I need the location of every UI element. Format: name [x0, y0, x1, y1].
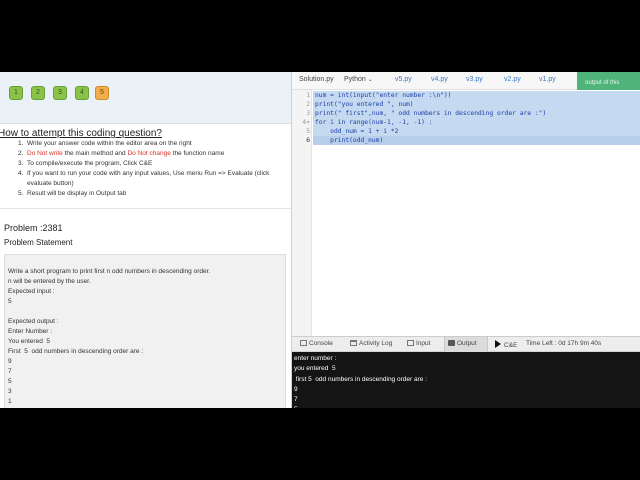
instruction-text: To compile/execute the program, Click C&…	[27, 160, 153, 167]
instruction-item: 2. Do Not write the main method and Do No…	[18, 149, 288, 159]
instruction-text: the function name	[170, 150, 225, 157]
tab-v3-py[interactable]: v3.py	[466, 76, 483, 83]
question-button-4[interactable]: 4	[75, 86, 89, 100]
editor-tab-bar: Solution.py Python ⌄ v5.py v4.py v3.py v…	[292, 72, 640, 90]
tab-v1-py[interactable]: v1.py	[539, 76, 556, 83]
editor-pane: Solution.py Python ⌄ v5.py v4.py v3.py v…	[291, 72, 640, 408]
output-console: enter number : you entered 5 first 5 odd…	[292, 352, 640, 408]
line-number: 1	[306, 92, 310, 99]
coding-test-screen: 1 2 3 4 5 How to attempt this coding que…	[0, 72, 640, 408]
code-line: print("you entered ", num)	[315, 101, 414, 108]
instruction-warning-text: Do Not write	[27, 150, 63, 157]
code-line: print(odd_num)	[315, 137, 384, 144]
toast-text: output of this	[585, 80, 620, 86]
tab-console-label: Console	[309, 340, 333, 347]
tab-input-label: Input	[416, 340, 431, 347]
instruction-item: 5. Result will be display in Output tab	[18, 189, 288, 199]
question-button-1[interactable]: 1	[9, 86, 23, 100]
how-to-attempt-title: How to attempt this coding question?	[0, 128, 162, 139]
tab-output-label: Output	[457, 340, 477, 347]
line-number: 5	[306, 128, 310, 135]
code-line: for i in range(num-1, -1, -1) :	[315, 119, 433, 126]
tab-v5-py[interactable]: v5.py	[395, 76, 412, 83]
instruction-text: Result will be display in Output tab	[27, 190, 127, 197]
instruction-text: Write your answer code within the editor…	[27, 140, 192, 147]
tab-v4-py[interactable]: v4.py	[431, 76, 448, 83]
instruction-item: 4. If you want to run your code with any …	[18, 169, 288, 189]
input-icon	[407, 340, 414, 346]
question-navigator: 1 2 3 4 5	[0, 72, 291, 124]
instruction-text: the main method and	[62, 150, 128, 157]
code-line: num = int(input("enter number :\n"))	[315, 92, 452, 99]
divider	[0, 208, 291, 209]
tab-activity-log[interactable]: Activity Log	[350, 340, 392, 347]
line-number: 4▾	[302, 119, 310, 126]
problem-statement-label: Problem Statement	[4, 238, 73, 247]
instruction-number: 1.	[18, 140, 24, 147]
line-number: 2	[306, 101, 310, 108]
bottom-panel-tabs: Console Activity Log Input Output C&E Ti…	[292, 336, 640, 352]
code-editor[interactable]: 1 2 3 4▾ 5 6 num = int(input("enter number :\…	[292, 90, 640, 336]
activity-log-icon	[350, 340, 357, 346]
tab-console[interactable]: Console	[300, 340, 333, 347]
time-left: Time Left : 0d 17h 9m 40s	[526, 340, 602, 347]
chevron-down-icon: ⌄	[367, 77, 373, 83]
problem-pane: 1 2 3 4 5 How to attempt this coding que…	[0, 72, 291, 408]
language-select[interactable]: Python ⌄	[344, 76, 373, 83]
instruction-text: If you want to run your code with any in…	[27, 170, 270, 187]
compile-execute-label: C&E	[504, 342, 518, 349]
instruction-number: 3.	[18, 160, 24, 167]
instruction-item: 1. Write your answer code within the edit…	[18, 139, 288, 149]
problem-statement-text: Write a short program to print first n o…	[4, 254, 286, 408]
instructions-list: 1. Write your answer code within the edit…	[18, 139, 288, 199]
problem-id: Problem :2381	[4, 223, 63, 233]
question-button-3[interactable]: 3	[53, 86, 67, 100]
line-number-gutter: 1 2 3 4▾ 5 6	[292, 90, 312, 336]
instruction-warning-text: Do Not change	[127, 150, 171, 157]
instruction-number: 2.	[18, 150, 24, 157]
tab-v2-py[interactable]: v2.py	[504, 76, 521, 83]
console-icon	[300, 340, 307, 346]
tab-input[interactable]: Input	[407, 340, 430, 347]
instruction-number: 4.	[18, 170, 24, 177]
line-number: 6	[306, 137, 310, 144]
question-button-2[interactable]: 2	[31, 86, 45, 100]
compile-execute-button[interactable]: C&E	[495, 340, 517, 349]
tab-activity-log-label: Activity Log	[359, 340, 393, 347]
question-button-5[interactable]: 5	[95, 86, 109, 100]
tab-solution-py[interactable]: Solution.py	[299, 76, 334, 83]
line-number: 3	[306, 110, 310, 117]
instruction-item: 3. To compile/execute the program, Click …	[18, 159, 288, 169]
instruction-number: 5.	[18, 190, 24, 197]
code-line: odd_num = 1 + i *2	[315, 128, 399, 135]
notification-toast: output of this	[577, 72, 640, 90]
play-icon	[495, 340, 501, 348]
tab-output[interactable]: Output	[448, 340, 477, 347]
code-line: print(" first",num, " odd numbers in des…	[315, 110, 547, 117]
language-select-value: Python	[344, 76, 366, 83]
printer-icon	[448, 340, 455, 346]
